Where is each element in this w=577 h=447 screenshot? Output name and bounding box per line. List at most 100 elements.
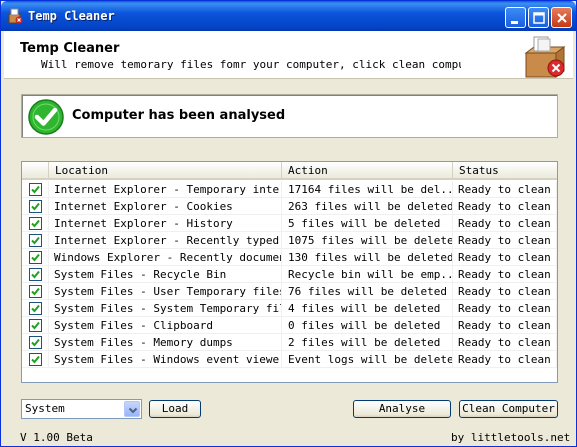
clean-computer-button[interactable]: Clean Computer <box>459 400 558 418</box>
table-row[interactable]: Internet Explorer - Temporary inte... 171… <box>22 181 557 198</box>
credit-label: by littletools.net <box>451 431 571 444</box>
row-checkbox[interactable] <box>29 319 42 332</box>
checkmark-icon <box>31 253 40 262</box>
temp-cleaner-icon <box>8 8 23 24</box>
row-checkbox[interactable] <box>29 285 42 298</box>
row-check-cell <box>22 334 49 351</box>
row-gridline <box>22 367 557 368</box>
row-location: Windows Explorer - Recently documents <box>54 249 282 266</box>
checkmark-icon <box>31 270 40 279</box>
row-check-cell <box>22 266 49 283</box>
row-checkbox[interactable] <box>29 336 42 349</box>
table-row[interactable]: System Files - Recycle Bin Recycle bin wi… <box>22 266 557 283</box>
row-location: Internet Explorer - Recently typed... <box>54 232 282 249</box>
trash-box-delete-icon <box>524 36 566 78</box>
status-panel: Computer has been analysed <box>21 94 558 138</box>
row-action: 4 files will be deleted <box>288 300 453 317</box>
checkmark-icon <box>31 219 40 228</box>
row-action: 5 files will be deleted <box>288 215 453 232</box>
analyse-button[interactable]: Analyse <box>353 400 451 418</box>
row-check-cell <box>22 249 49 266</box>
chevron-down-icon <box>128 407 138 414</box>
row-action: 0 files will be deleted <box>288 317 453 334</box>
row-check-cell <box>22 283 49 300</box>
list-header: Location Action Status <box>22 162 557 180</box>
table-row[interactable]: System Files - System Temporary files 4 f… <box>22 300 557 317</box>
row-check-cell <box>22 181 49 198</box>
row-location: Internet Explorer - Temporary inte... <box>54 181 282 198</box>
checkmark-icon <box>31 185 40 194</box>
table-row[interactable]: System Files - User Temporary files 76 fi… <box>22 283 557 300</box>
close-icon <box>557 13 567 23</box>
row-check-cell <box>22 300 49 317</box>
column-header-location[interactable]: Location <box>49 162 282 179</box>
row-status: Ready to clean <box>458 317 557 334</box>
row-checkbox[interactable] <box>29 234 42 247</box>
row-location: Internet Explorer - Cookies <box>54 198 282 215</box>
table-row[interactable]: System Files - Clipboard 0 files will be … <box>22 317 557 334</box>
row-status: Ready to clean <box>458 215 557 232</box>
row-check-cell <box>22 351 49 368</box>
row-checkbox[interactable] <box>29 217 42 230</box>
table-row[interactable]: System Files - Windows event viewe... Eve… <box>22 351 557 368</box>
checkmark-icon <box>31 355 40 364</box>
profile-select[interactable]: System <box>21 399 142 419</box>
table-row[interactable]: System Files - Memory dumps 2 files will … <box>22 334 557 351</box>
row-location: System Files - User Temporary files <box>54 283 282 300</box>
table-row[interactable]: Internet Explorer - History 5 files will … <box>22 215 557 232</box>
row-status: Ready to clean <box>458 181 557 198</box>
row-checkbox[interactable] <box>29 268 42 281</box>
cleanup-list[interactable]: Location Action Status Internet Explorer… <box>21 161 558 383</box>
checkmark-icon <box>31 287 40 296</box>
header-subtitle: Will remove temorary files fomr your com… <box>41 58 461 71</box>
maximize-button[interactable] <box>528 7 549 28</box>
table-row[interactable]: Internet Explorer - Cookies 263 files wil… <box>22 198 557 215</box>
row-action: 17164 files will be del... <box>288 181 453 198</box>
row-check-cell <box>22 232 49 249</box>
row-status: Ready to clean <box>458 334 557 351</box>
header-panel: Temp Cleaner Will remove temorary files … <box>4 31 573 79</box>
row-action: Recycle bin will be emp... <box>288 266 453 283</box>
row-checkbox[interactable] <box>29 302 42 315</box>
title-bar[interactable]: Temp Cleaner <box>1 1 576 31</box>
close-button[interactable] <box>551 7 572 28</box>
row-check-cell <box>22 198 49 215</box>
row-check-cell <box>22 215 49 232</box>
column-header-check[interactable] <box>22 162 49 179</box>
window-title: Temp Cleaner <box>28 9 115 23</box>
row-location: System Files - Memory dumps <box>54 334 282 351</box>
row-checkbox[interactable] <box>29 353 42 366</box>
column-header-status[interactable]: Status <box>453 162 557 179</box>
row-location: Internet Explorer - History <box>54 215 282 232</box>
row-status: Ready to clean <box>458 266 557 283</box>
maximize-icon <box>533 12 545 24</box>
profile-select-value: System <box>25 402 65 415</box>
green-check-icon <box>28 99 64 135</box>
row-checkbox[interactable] <box>29 200 42 213</box>
column-header-action[interactable]: Action <box>282 162 453 179</box>
minimize-icon <box>511 21 518 24</box>
checkmark-icon <box>31 304 40 313</box>
table-row[interactable]: Windows Explorer - Recently documents 130… <box>22 249 557 266</box>
row-checkbox[interactable] <box>29 251 42 264</box>
load-button[interactable]: Load <box>149 400 201 418</box>
row-action: 76 files will be deleted <box>288 283 453 300</box>
minimize-button[interactable] <box>505 7 526 28</box>
header-title: Temp Cleaner <box>20 41 120 56</box>
app-window: Temp Cleaner Temp Cleaner Will remove te… <box>0 0 577 447</box>
table-row[interactable]: Internet Explorer - Recently typed... 107… <box>22 232 557 249</box>
row-status: Ready to clean <box>458 249 557 266</box>
row-action: Event logs will be deleted <box>288 351 453 368</box>
row-action: 2 files will be deleted <box>288 334 453 351</box>
version-label: V 1.00 Beta <box>20 431 93 444</box>
row-checkbox[interactable] <box>29 183 42 196</box>
row-action: 1075 files will be deleted <box>288 232 453 249</box>
row-action: 130 files will be deleted <box>288 249 453 266</box>
profile-select-dropdown-button[interactable] <box>124 401 140 417</box>
row-action: 263 files will be deleted <box>288 198 453 215</box>
row-check-cell <box>22 317 49 334</box>
checkmark-icon <box>31 202 40 211</box>
checkmark-icon <box>31 236 40 245</box>
row-location: System Files - System Temporary files <box>54 300 282 317</box>
row-status: Ready to clean <box>458 198 557 215</box>
